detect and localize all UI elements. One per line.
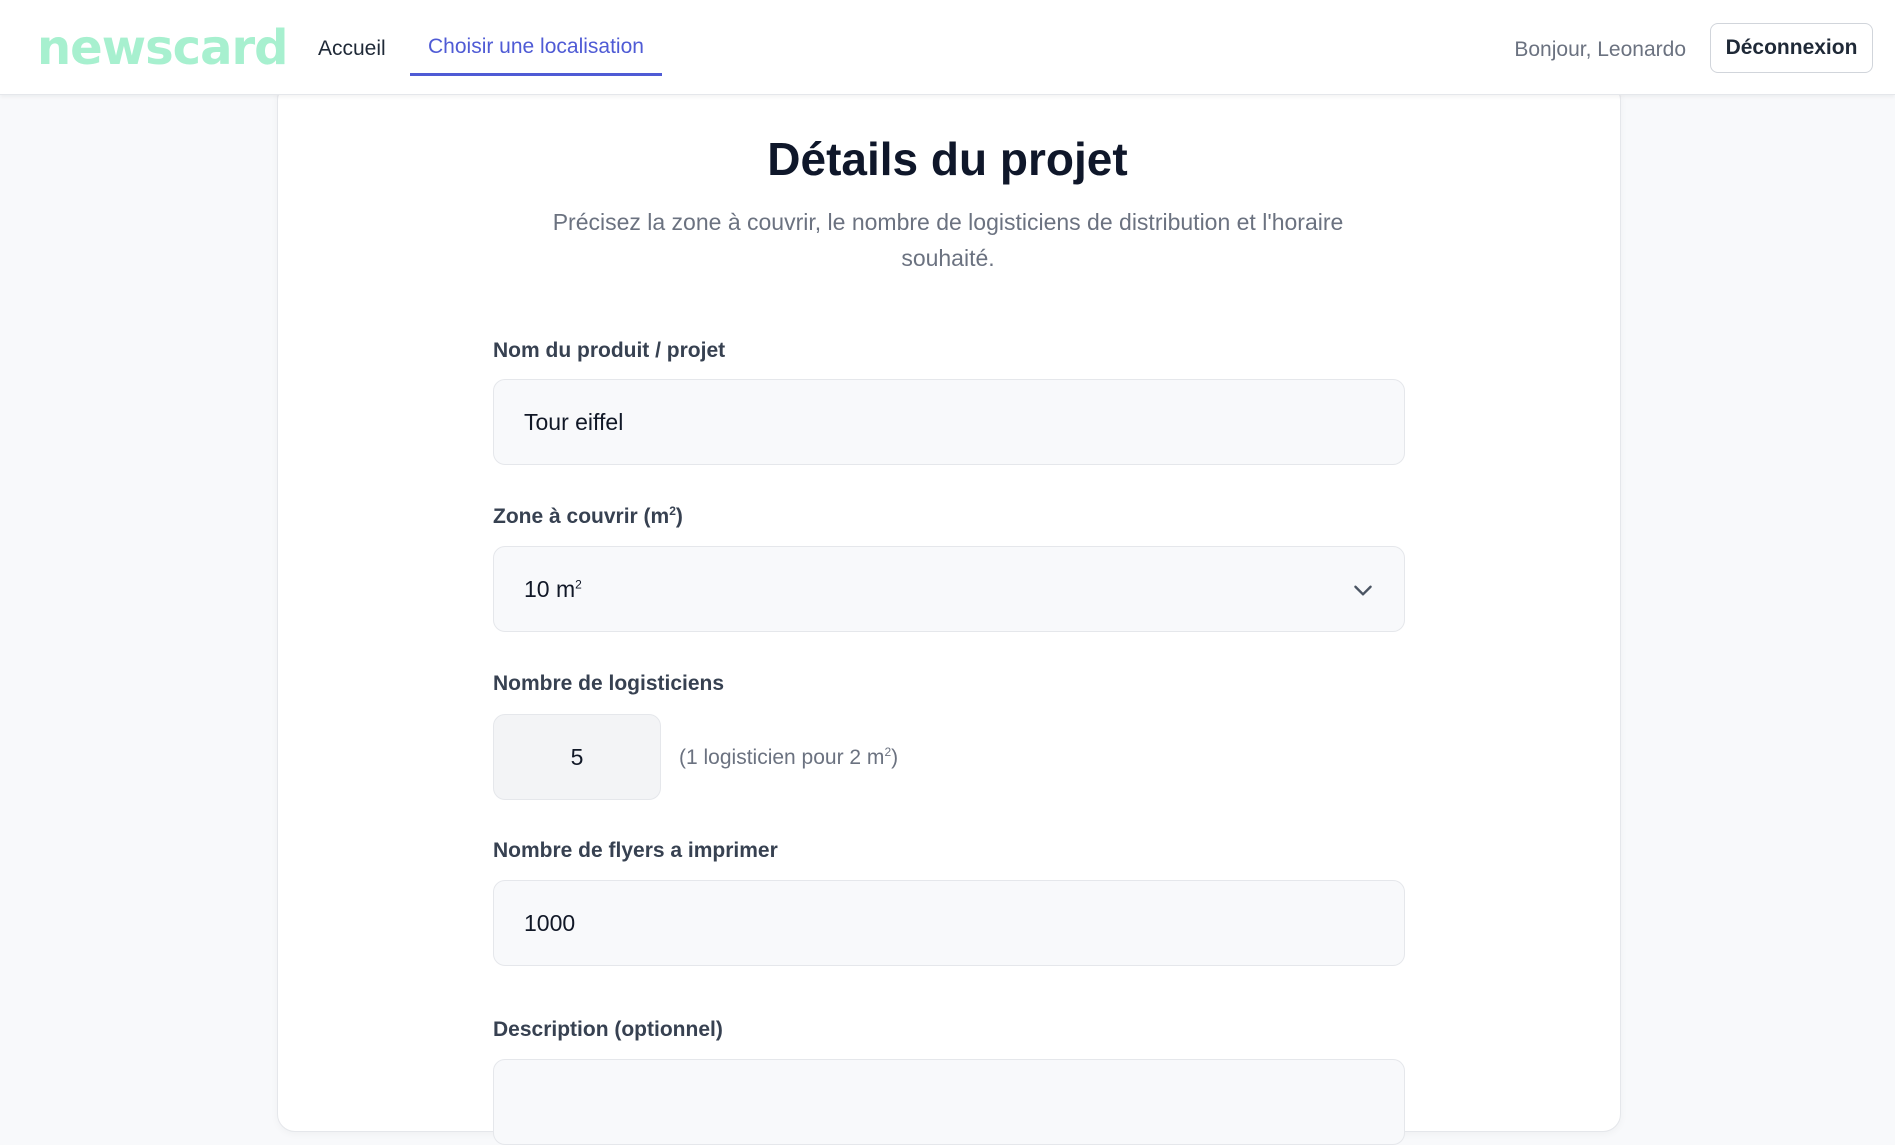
zone-label-close: ) [675,505,683,528]
nav-link-home[interactable]: Accueil [318,36,386,62]
product-name-label: Nom du produit / projet [493,339,726,362]
logisticians-count-value: 5 [570,744,584,770]
logisticians-label: Nombre de logisticiens [493,672,725,695]
logisticians-hint-close: ) [891,746,899,769]
zone-selected-value: 10 m2 [524,575,582,603]
zone-label-text: Zone à couvrir (m [493,505,670,528]
logo[interactable]: newscard [37,22,289,74]
zone-select[interactable]: 10 m2 [493,546,1405,632]
zone-label: Zone à couvrir (m2) [493,504,683,530]
top-navigation-bar: newscard Accueil Choisir une localisatio… [0,0,1895,95]
description-label: Description (optionnel) [493,1018,723,1041]
flyers-label: Nombre de flyers a imprimer [493,839,778,862]
user-greeting: Bonjour, Leonardo [1514,38,1686,61]
logout-button[interactable]: Déconnexion [1710,23,1873,73]
page-subtitle: Précisez la zone à couvrir, le nombre de… [552,209,1344,271]
product-name-value: Tour eiffel [524,409,624,435]
zone-value-superscript: 2 [575,577,582,592]
logisticians-count-input[interactable]: 5 [493,714,661,800]
product-name-input[interactable]: Tour eiffel [493,379,1405,465]
logisticians-hint-text: (1 logisticien pour 2 m [679,746,885,769]
description-textarea[interactable] [493,1059,1405,1145]
zone-value-text: 10 m [524,576,576,602]
flyers-count-value: 1000 [524,910,576,936]
page-title: Détails du projet [767,133,1128,185]
logisticians-hint: (1 logisticien pour 2 m2) [679,745,898,771]
flyers-count-input[interactable]: 1000 [493,880,1405,966]
nav-link-choose-location[interactable]: Choisir une localisation [410,34,662,76]
chevron-down-icon [1354,585,1372,596]
zone-label-superscript: 2 [669,504,676,518]
